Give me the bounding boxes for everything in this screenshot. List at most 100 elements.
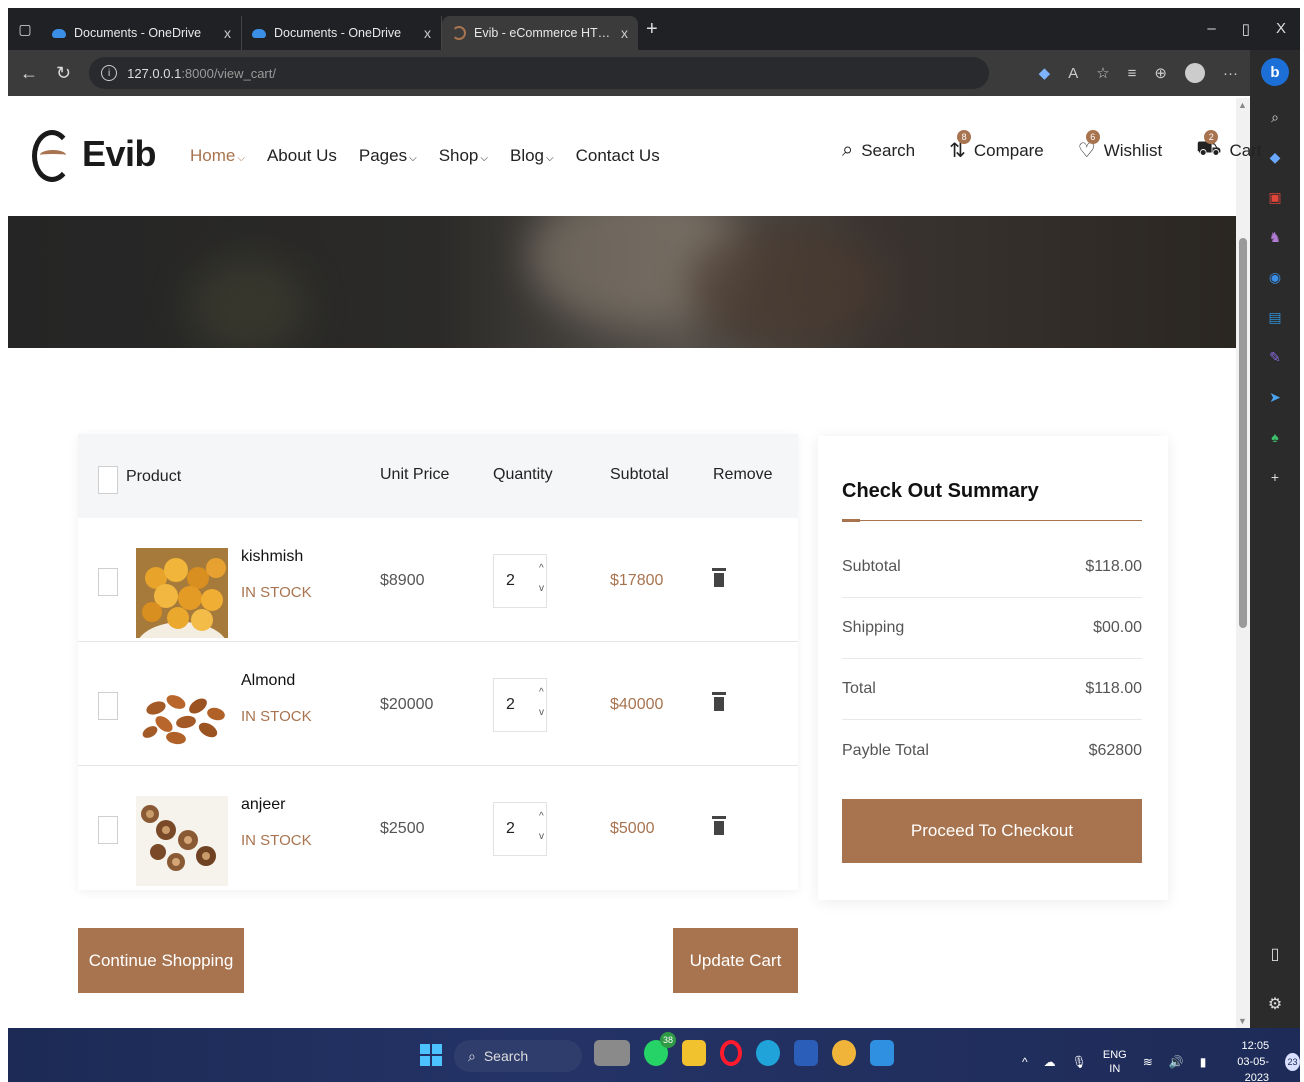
nav-blog[interactable]: Blog ⌵ [510, 146, 554, 166]
tag-icon[interactable]: ◆ [1266, 148, 1284, 166]
browser-tab-1[interactable]: Documents - OneDrive x [42, 16, 242, 50]
nav-about-us[interactable]: About Us [267, 146, 337, 166]
read-aloud-icon[interactable]: A [1068, 65, 1078, 82]
trash-icon[interactable] [712, 692, 726, 712]
quantity-stepper[interactable]: 2 ^ v [493, 554, 547, 608]
trash-icon[interactable] [712, 568, 726, 588]
header-cart-button[interactable]: ⛟ 2 Cart [1196, 130, 1262, 163]
games-icon[interactable]: ♞ [1266, 228, 1284, 246]
browser-tab-2[interactable]: Documents - OneDrive x [242, 16, 442, 50]
cloud-icon[interactable]: ☁ [1044, 1055, 1056, 1069]
profile-avatar-icon[interactable] [1185, 63, 1205, 83]
close-tab-icon[interactable]: x [224, 25, 231, 41]
restore-icon[interactable]: ▯ [1242, 20, 1250, 38]
scroll-up-icon[interactable]: ▲ [1238, 100, 1247, 110]
stock-status: IN STOCK [241, 584, 312, 601]
office-icon[interactable]: ◉ [1266, 268, 1284, 286]
nav-shop[interactable]: Shop ⌵ [439, 146, 488, 166]
chrome-icon[interactable] [832, 1040, 856, 1066]
chevron-up-icon[interactable]: ^ [1022, 1055, 1028, 1069]
tab-actions-icon[interactable]: ▢ [8, 8, 42, 50]
search-icon: ⌕ [842, 139, 854, 161]
chevron-down-icon[interactable]: v [539, 583, 544, 594]
minimize-icon[interactable]: – [1207, 20, 1215, 38]
search-icon[interactable]: ⌕ [1266, 108, 1284, 126]
opera-icon[interactable] [720, 1040, 742, 1066]
nav-pages[interactable]: Pages ⌵ [359, 146, 417, 166]
product-name[interactable]: Almond [241, 672, 295, 690]
settings-gear-icon[interactable]: ⚙ [1268, 994, 1282, 1014]
url-input[interactable]: i 127.0.0.1:8000/view_cart/ [89, 57, 990, 89]
back-icon[interactable]: ← [20, 63, 38, 84]
extension-icon[interactable]: ◆ [1039, 64, 1051, 82]
row-subtotal: $5000 [610, 820, 655, 837]
favorite-star-icon[interactable]: ☆ [1096, 64, 1109, 82]
product-image-anjeer[interactable] [136, 796, 228, 886]
quantity-stepper[interactable]: 2 ^ v [493, 678, 547, 732]
product-image-almond[interactable] [136, 672, 228, 762]
continue-shopping-button[interactable]: Continue Shopping [78, 928, 244, 993]
close-tab-icon[interactable]: x [424, 25, 431, 41]
taskbar-search[interactable]: ⌕ Search [454, 1040, 582, 1072]
row-checkbox[interactable] [98, 692, 118, 720]
new-tab-icon[interactable]: + [646, 18, 658, 41]
nav-contact-us[interactable]: Contact Us [576, 146, 660, 166]
telegram-icon[interactable]: ➤ [1266, 388, 1284, 406]
chevron-up-icon[interactable]: ^ [539, 811, 544, 822]
chevron-up-icon[interactable]: ^ [539, 563, 544, 574]
header-search-button[interactable]: ⌕ Search [842, 139, 915, 162]
row-checkbox[interactable] [98, 568, 118, 596]
refresh-icon[interactable]: ↻ [56, 63, 71, 84]
header-wishlist-button[interactable]: ♡ 6 Wishlist [1078, 130, 1162, 163]
scroll-down-icon[interactable]: ▼ [1238, 1016, 1247, 1026]
close-tab-icon[interactable]: x [621, 25, 628, 41]
update-cart-button[interactable]: Update Cart [673, 928, 798, 993]
site-logo[interactable]: Evib [32, 124, 157, 184]
word-icon[interactable] [794, 1040, 818, 1066]
select-all-checkbox[interactable] [98, 466, 118, 494]
site-info-icon[interactable]: i [101, 65, 118, 81]
designer-icon[interactable]: ✎ [1266, 348, 1284, 366]
chevron-down-icon: ⌵ [480, 153, 488, 164]
quantity-stepper[interactable]: 2 ^ v [493, 802, 547, 856]
battery-icon[interactable]: ▮ [1200, 1055, 1207, 1069]
outlook-icon[interactable]: ▤ [1266, 308, 1284, 326]
cart-row-kishmish: kishmish IN STOCK $8900 2 ^ v $17800 [78, 518, 798, 642]
favorites-list-icon[interactable]: ≡ [1128, 65, 1137, 82]
notification-count-badge[interactable]: 23 [1285, 1053, 1300, 1071]
product-name[interactable]: kishmish [241, 548, 303, 566]
trash-icon[interactable] [712, 816, 726, 836]
scroll-thumb[interactable] [1239, 238, 1247, 628]
header-compare-button[interactable]: ⇅ 8 Compare [949, 130, 1044, 163]
shopping-bag-icon[interactable]: ▣ [1266, 188, 1284, 206]
nav-home[interactable]: Home ⌵ [190, 146, 245, 166]
collections-icon[interactable]: ⊕ [1154, 64, 1167, 82]
more-menu-icon[interactable]: ··· [1223, 65, 1238, 82]
tree-icon[interactable]: ♠ [1266, 428, 1284, 446]
vscode-icon[interactable] [870, 1040, 894, 1066]
add-sidebar-app-icon[interactable]: + [1266, 468, 1284, 486]
proceed-to-checkout-button[interactable]: Proceed To Checkout [842, 799, 1142, 863]
volume-icon[interactable]: 🔊 [1169, 1055, 1184, 1069]
taskbar-clock[interactable]: 12:05 03-05-2023 [1222, 1038, 1269, 1082]
chevron-down-icon[interactable]: v [539, 707, 544, 718]
file-explorer-icon[interactable] [682, 1040, 706, 1066]
whatsapp-icon[interactable]: 38 [644, 1032, 676, 1066]
chevron-down-icon[interactable]: v [539, 831, 544, 842]
edge-icon[interactable] [756, 1040, 780, 1066]
sidebar-panel-icon[interactable]: ▯ [1271, 944, 1280, 964]
row-checkbox[interactable] [98, 816, 118, 844]
chevron-up-icon[interactable]: ^ [539, 687, 544, 698]
browser-tab-3[interactable]: Evib - eCommerce HTML Template x [442, 16, 638, 50]
wifi-icon[interactable]: ≋ [1143, 1055, 1153, 1069]
windows-taskbar: ⌕ Search 38 ^ ☁ 🎙 ENG IN ≋ 🔊 ▮ 12:05 03-05… [8, 1028, 1300, 1082]
page-scrollbar[interactable]: ▲ ▼ [1236, 98, 1250, 1028]
windows-start-icon[interactable] [420, 1044, 442, 1066]
bing-chat-icon[interactable]: b [1261, 58, 1289, 86]
koala-widget-icon[interactable] [594, 1040, 630, 1066]
microphone-icon[interactable]: 🎙 [1072, 1055, 1087, 1069]
close-window-icon[interactable]: X [1276, 20, 1286, 38]
product-image-kishmish[interactable] [136, 548, 228, 638]
product-name[interactable]: anjeer [241, 796, 285, 814]
language-indicator[interactable]: ENG IN [1103, 1048, 1127, 1076]
